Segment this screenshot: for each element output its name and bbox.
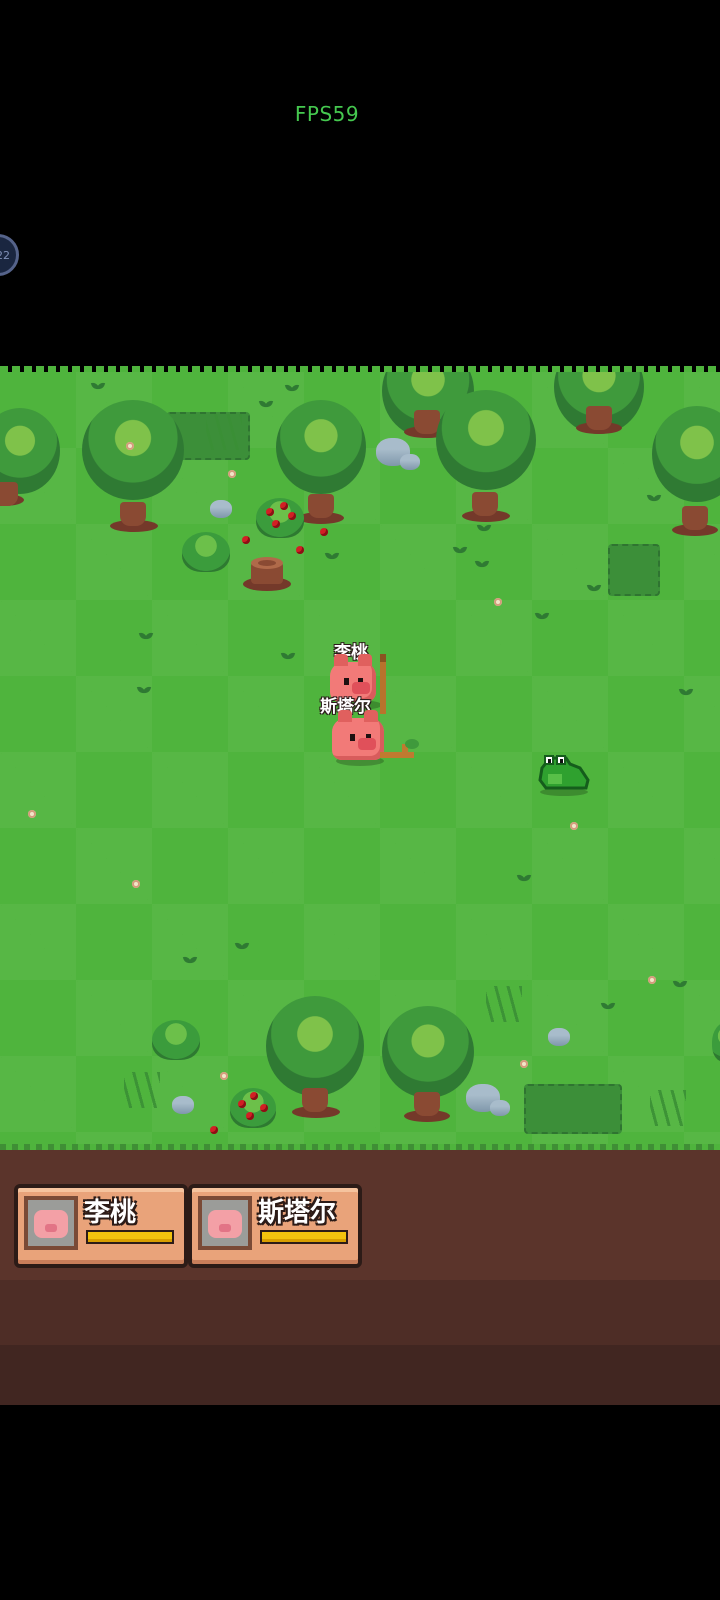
staff-weapon (380, 654, 386, 714)
bush (152, 1020, 200, 1060)
grass-sprout (602, 998, 614, 1010)
berry[interactable] (210, 1126, 218, 1134)
flower (28, 810, 36, 818)
hp-bar (260, 1230, 348, 1244)
dark-grass-patch (524, 1084, 622, 1134)
hp-fill (88, 1232, 172, 1242)
rock (210, 500, 232, 518)
party-card-si-ta-er[interactable]: 斯塔尔 (188, 1184, 362, 1268)
flower (648, 976, 656, 984)
tall-grass (486, 986, 522, 1022)
flower (520, 1060, 528, 1068)
grass-sprout (680, 684, 692, 696)
flower (570, 822, 578, 830)
grass-sprout (674, 976, 686, 988)
pig-portrait-icon (198, 1196, 252, 1250)
rock (548, 1028, 570, 1046)
floating-button-label: 22 (0, 248, 10, 262)
floating-assistant-button[interactable]: 22 (0, 234, 19, 276)
grass-sprout (648, 490, 660, 502)
tall-grass (650, 1090, 686, 1126)
grass-sprout (236, 938, 248, 950)
grass-sprout (476, 556, 488, 568)
grass-sprout (454, 542, 466, 554)
hp-fill (262, 1232, 346, 1242)
bush (712, 1022, 720, 1062)
berry[interactable] (320, 528, 328, 536)
berry-bush (256, 498, 304, 538)
grass-sprout (260, 396, 272, 408)
berry-bush (230, 1088, 276, 1128)
fps-counter: FPS59 (294, 102, 360, 126)
grass-sprout (478, 520, 490, 532)
grass-sprout (184, 952, 196, 964)
grass-sprout (536, 608, 548, 620)
rock (400, 454, 420, 470)
tall-grass (124, 1072, 160, 1108)
frog-enemy[interactable] (536, 750, 592, 800)
party-card-li-tao[interactable]: 李桃 (14, 1184, 188, 1268)
tall-grass (206, 414, 242, 450)
tree-stump (242, 554, 292, 596)
party-member-name: 斯塔尔 (258, 1198, 337, 1228)
bush (182, 532, 230, 572)
flower (494, 598, 502, 606)
rock (490, 1100, 510, 1116)
grass-sprout (588, 580, 600, 592)
berry[interactable] (242, 536, 250, 544)
pig-portrait-icon (24, 1196, 78, 1250)
flower (228, 470, 236, 478)
grass-sprout (326, 548, 338, 560)
grass-sprout (286, 380, 298, 392)
grass-sprout (92, 378, 104, 390)
berry[interactable] (296, 546, 304, 554)
branch-weapon (380, 739, 419, 758)
grass-sprout (140, 628, 152, 640)
grass-sprout (282, 648, 294, 660)
flower (132, 880, 140, 888)
rock (172, 1096, 194, 1114)
grass-sprout (518, 870, 530, 882)
flower (126, 442, 134, 450)
grass-sprout (138, 682, 150, 694)
dark-grass-patch (608, 544, 660, 596)
hp-bar (86, 1230, 174, 1244)
flower (220, 1072, 228, 1080)
party-member-name: 李桃 (84, 1198, 137, 1228)
game-field[interactable]: 李桃 斯塔尔 (0, 372, 720, 1152)
